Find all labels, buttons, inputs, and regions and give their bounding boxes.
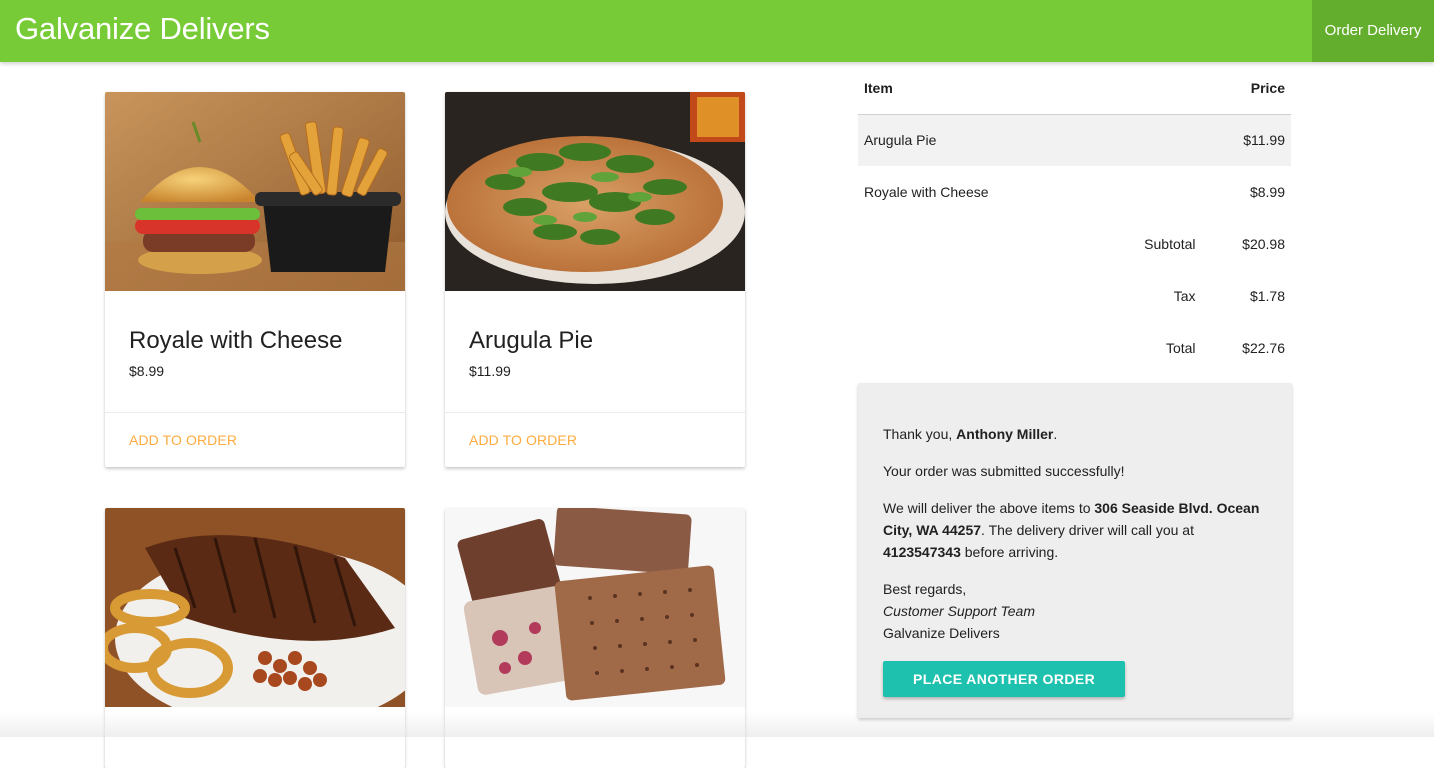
menu-card-arugula-pie: Arugula Pie $11.99 ADD TO ORDER bbox=[445, 92, 745, 467]
menu-card-ice-cream-sandwich bbox=[445, 508, 745, 768]
success-message: Your order was submitted successfully! bbox=[883, 463, 1125, 479]
ribs-and-onion-rings-photo bbox=[105, 508, 405, 707]
order-item-price: $11.99 bbox=[1195, 114, 1291, 166]
card-title: Royale with Cheese bbox=[129, 327, 343, 354]
table-header-row: Item Price bbox=[858, 62, 1291, 115]
subtotal-value: $20.98 bbox=[1242, 236, 1285, 252]
table-row: Arugula Pie $11.99 bbox=[858, 114, 1291, 166]
column-header-item: Item bbox=[858, 62, 1096, 115]
regards-text: Best regards, bbox=[883, 581, 967, 597]
tax-label: Tax bbox=[1173, 288, 1196, 304]
company-name: Galvanize Delivers bbox=[883, 625, 1000, 641]
card-content: Royale with Cheese $8.99 bbox=[105, 291, 405, 413]
order-item-price: $8.99 bbox=[1249, 184, 1285, 200]
signature: Best regards, Customer Support Team Galv… bbox=[883, 578, 1267, 644]
column-header-price: Price bbox=[1195, 62, 1291, 115]
menu-card-royale-with-cheese: Royale with Cheese $8.99 ADD TO ORDER bbox=[105, 92, 405, 467]
arugula-pizza-photo bbox=[445, 92, 745, 291]
phone-number: 4123547343 bbox=[883, 544, 961, 560]
menu-card-ribs bbox=[105, 508, 405, 768]
total-value: $22.76 bbox=[1242, 340, 1285, 356]
total-label: Total bbox=[1165, 340, 1196, 356]
delivery-message: We will deliver the above items to 306 S… bbox=[883, 500, 1260, 560]
place-another-order-button[interactable]: PLACE ANOTHER ORDER bbox=[883, 661, 1126, 697]
navbar: Galvanize Delivers Order Delivery bbox=[0, 0, 1434, 62]
order-delivery-link[interactable]: Order Delivery bbox=[1312, 0, 1434, 62]
card-price: $11.99 bbox=[469, 363, 511, 379]
team-name: Customer Support Team bbox=[883, 603, 1035, 619]
thank-you-message: Thank you, Anthony Miller. bbox=[883, 426, 1058, 442]
ice-cream-sandwich-photo bbox=[445, 508, 745, 707]
add-to-order-button[interactable]: ADD TO ORDER bbox=[445, 413, 745, 467]
add-to-order-button[interactable]: ADD TO ORDER bbox=[105, 413, 405, 467]
order-item-name: Arugula Pie bbox=[858, 114, 1096, 166]
card-title: Arugula Pie bbox=[469, 327, 594, 354]
table-row: Royale with Cheese $8.99 bbox=[858, 166, 1291, 218]
order-table: Item Price Arugula Pie $11.99 Royale wit… bbox=[858, 62, 1291, 374]
total-row: Total $22.76 bbox=[858, 322, 1291, 374]
order-item-name: Royale with Cheese bbox=[864, 184, 989, 200]
subtotal-label: Subtotal bbox=[1144, 236, 1196, 252]
subtotal-row: Subtotal $20.98 bbox=[858, 218, 1291, 270]
order-confirmation-panel: Thank you, Anthony Miller. Your order wa… bbox=[858, 383, 1292, 718]
tax-value: $1.78 bbox=[1249, 288, 1285, 304]
card-price: $8.99 bbox=[129, 363, 165, 379]
customer-name: Anthony Miller bbox=[956, 426, 1054, 442]
tax-row: Tax $1.78 bbox=[858, 270, 1291, 322]
burger-and-fries-photo bbox=[105, 92, 405, 291]
card-content: Arugula Pie $11.99 bbox=[445, 291, 745, 413]
brand-logo[interactable]: Galvanize Delivers bbox=[15, 11, 270, 47]
